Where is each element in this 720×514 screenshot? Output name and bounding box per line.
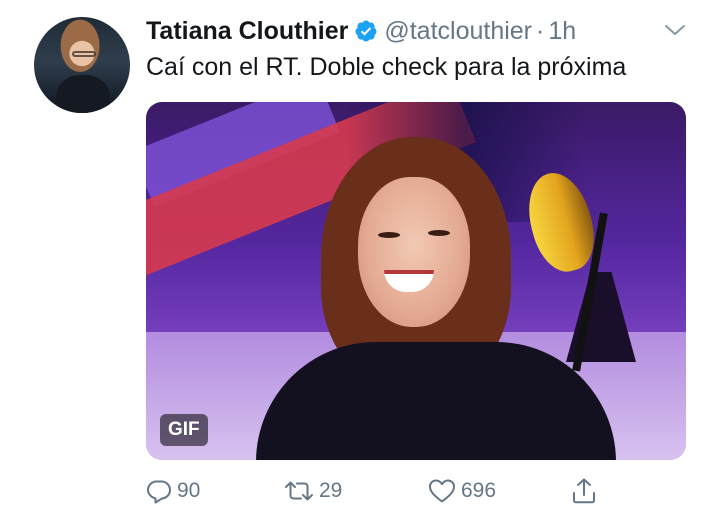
media-person-eye xyxy=(378,232,400,238)
heart-icon xyxy=(428,478,456,504)
media-person-face xyxy=(358,177,470,327)
gif-badge: GIF xyxy=(160,414,208,446)
like-count: 696 xyxy=(461,479,497,502)
media-person-eye xyxy=(428,230,450,236)
share-icon xyxy=(571,477,597,505)
retweet-count: 29 xyxy=(319,479,343,502)
tweet-header: Tatiana Clouthier @tatclouthier · 1h xyxy=(146,14,576,48)
display-name[interactable]: Tatiana Clouthier xyxy=(146,17,348,46)
reply-button[interactable]: 90 xyxy=(146,474,200,508)
tweet-actions: 90 29 696 xyxy=(146,474,606,508)
like-button[interactable]: 696 xyxy=(428,474,496,508)
chevron-down-icon[interactable] xyxy=(663,20,687,40)
retweet-icon xyxy=(284,478,314,504)
tweet-text: Caí con el RT. Doble check para la próxi… xyxy=(146,53,627,81)
tweet-media-gif[interactable]: GIF xyxy=(146,102,686,460)
retweet-button[interactable]: 29 xyxy=(284,474,342,508)
reply-icon xyxy=(146,478,172,504)
share-button[interactable] xyxy=(571,474,597,508)
tweet[interactable]: Tatiana Clouthier @tatclouthier · 1h Caí… xyxy=(0,0,720,514)
separator-dot: · xyxy=(536,16,545,45)
author-handle[interactable]: @tatclouthier xyxy=(384,17,532,46)
avatar-figure xyxy=(56,75,110,113)
reply-count: 90 xyxy=(177,479,201,502)
verified-badge-icon xyxy=(354,19,378,43)
avatar[interactable] xyxy=(34,17,130,113)
timestamp[interactable]: 1h xyxy=(548,17,576,46)
avatar-glasses xyxy=(72,51,96,57)
